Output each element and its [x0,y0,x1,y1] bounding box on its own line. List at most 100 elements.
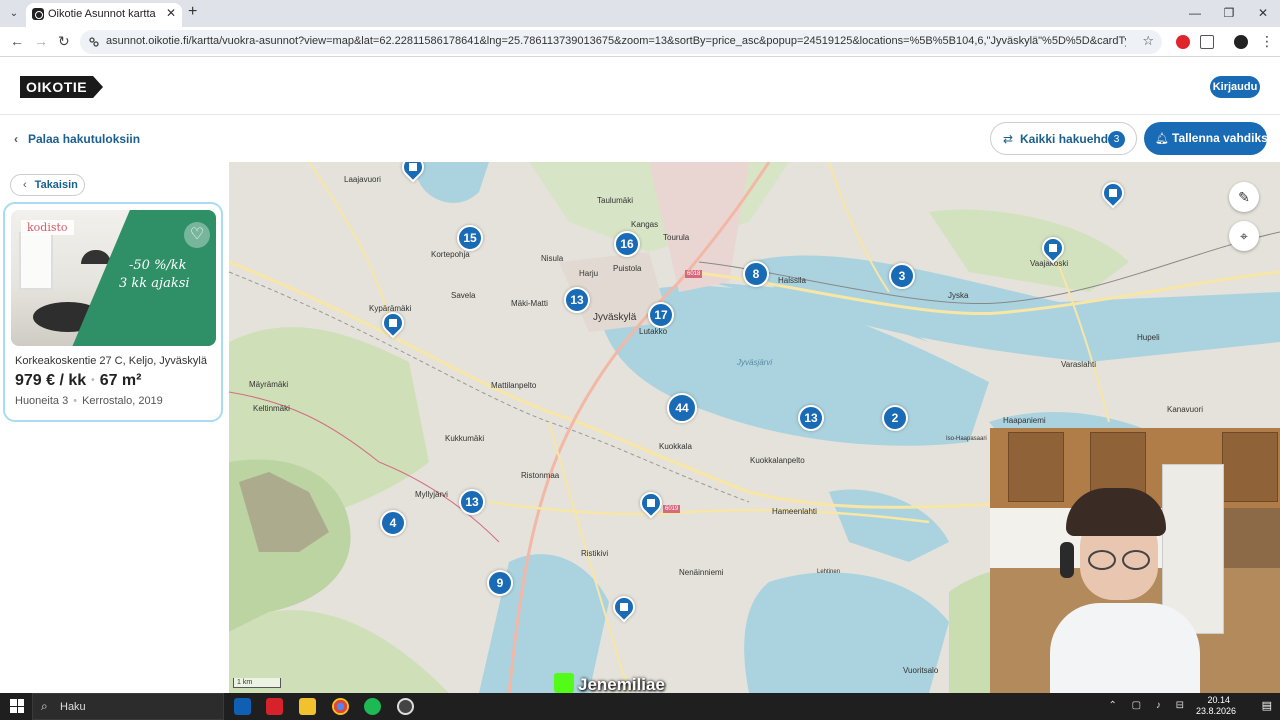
listing-cluster-marker[interactable]: 17 [648,302,674,328]
place-label: Mäki-Matti [511,299,548,308]
place-label: Ristikivi [581,549,609,558]
promo-line-2: 3 kk ajaksi [119,276,190,291]
taskbar-search[interactable]: ⌕ Haku [32,693,224,720]
bookmark-star-icon[interactable]: ☆ [1142,33,1154,49]
maximize-button[interactable]: ❐ [1212,0,1246,27]
search-icon: ⌕ [41,699,48,713]
kick-logo-icon [554,673,574,693]
listing-price: 979 € / kk [15,372,87,389]
search-toolbar: ‹ Palaa hakutuloksiin ⇄ Kaikki hakuehdot … [0,116,1280,162]
new-tab-button[interactable]: + [188,3,197,21]
chrome-app-icon[interactable] [332,698,349,715]
back-button[interactable]: ← [10,33,24,49]
clock-date[interactable]: 23.8.2026 [1186,706,1236,716]
listing-card[interactable]: kodisto -50 %/kk 3 kk ajaksi ♡ Korkeakos… [3,202,223,422]
place-label: Keltinmäki [253,404,290,413]
listing-cluster-marker[interactable]: 13 [564,287,590,313]
forward-button[interactable]: → [34,33,48,49]
draw-area-button[interactable]: ✎ [1229,182,1259,212]
listing-cluster-marker[interactable]: 44 [667,393,697,423]
reload-button[interactable]: ↻ [58,33,70,50]
all-filters-button[interactable]: ⇄ Kaikki hakuehdot 3 [990,122,1137,155]
locate-me-button[interactable]: ⌖ [1229,221,1259,251]
place-label: Kortepohja [431,250,470,259]
separator-dot: • [73,395,78,407]
login-button[interactable]: Kirjaudu [1210,76,1260,98]
tray-icons[interactable]: ⌃ ▢ ♪ ⊟ [1108,700,1190,711]
place-label: Savela [451,291,476,300]
save-search-label: Tallenna vahdiksi [1172,131,1272,145]
place-label: Hupeli [1137,333,1160,342]
app-l-icon[interactable] [266,698,283,715]
profile-avatar[interactable] [1234,35,1248,49]
windows-taskbar: ⌕ Haku ⌃ ▢ ♪ ⊟ 20.14 23.8.2026 ▤ [0,693,1280,720]
place-label: Iso-Haapasaari [946,436,987,442]
place-label: Lehtinen [817,569,841,575]
obs-app-icon[interactable] [397,698,414,715]
place-label: Kangas [631,220,659,229]
lake-label: Jyväsjärvi [737,358,773,367]
listing-cluster-marker[interactable]: 3 [889,263,915,289]
listing-size: 67 m² [99,372,142,389]
extension-icon[interactable] [1176,35,1190,49]
place-label: Jyska [948,291,969,300]
place-label: Varaslahti [1061,360,1096,369]
listing-cluster-marker[interactable]: 2 [882,405,908,431]
back-to-results-label: Palaa hakutuloksiin [28,132,141,146]
url-text: asunnot.oikotie.fi/kartta/vuokra-asunnot… [106,35,1126,47]
streamer-name: Jenemiliae [578,675,665,694]
webcam-cabinet [1222,432,1278,502]
place-label: Halssila [778,276,807,285]
listing-cluster-marker[interactable]: 13 [459,489,485,515]
favorite-heart-icon[interactable]: ♡ [184,222,210,248]
separator-dot: • [91,375,95,387]
route-number-badge: 6018 [685,270,703,278]
promo-line-1: -50 %/kk [129,258,187,273]
chevron-left-icon: ‹ [14,132,18,146]
url-bar[interactable]: asunnot.oikotie.fi/kartta/vuokra-asunnot… [80,30,1162,54]
place-label: Haapaniemi [1003,416,1046,425]
chevron-left-icon: ‹ [23,179,27,191]
headset-icon [1060,542,1074,578]
save-search-button[interactable]: 🔔︎ Tallenna vahdiksi [1144,122,1271,155]
outlook-app-icon[interactable] [234,698,251,715]
webcam-overlay [990,428,1280,693]
listing-cluster-marker[interactable]: 15 [457,225,483,251]
listing-cluster-marker[interactable]: 4 [380,510,406,536]
back-to-results-link[interactable]: ‹ Palaa hakutuloksiin [14,132,140,146]
listing-cluster-marker[interactable]: 8 [743,261,769,287]
listing-cluster-marker[interactable]: 16 [614,231,640,257]
listing-address: Korkeakoskentie 27 C, Keljo, Jyväskylä [15,355,207,367]
tab-close-icon[interactable]: ✕ [166,6,176,20]
oikotie-logo[interactable]: OIKOTIE [20,76,103,98]
browser-tab[interactable]: Oikotie Asunnot kartta ✕ [26,3,182,27]
file-explorer-icon[interactable] [299,698,316,715]
listing-cluster-marker[interactable]: 13 [798,405,824,431]
takaisin-button[interactable]: ‹ Takaisin [10,174,85,196]
place-label: Mäyrämäki [249,380,289,389]
tab-search-icon[interactable]: ⌄ [6,6,22,22]
listing-image[interactable]: kodisto -50 %/kk 3 kk ajaksi ♡ [11,210,216,346]
kodisto-badge: kodisto [21,220,74,235]
listing-cluster-marker[interactable]: 9 [487,570,513,596]
tab-title: Oikotie Asunnot kartta [48,8,156,20]
place-label: Ristonmaa [521,471,560,480]
windows-start-icon[interactable] [10,699,24,713]
listing-meta: Huoneita 3 • Kerrostalo, 2019 [15,395,163,407]
window-photo-detail [19,232,53,290]
route-number-badge: 6019 [663,505,681,513]
place-label: Kuokkalanpelto [750,456,805,465]
listing-price-row: 979 € / kk • 67 m² [15,372,141,390]
place-label: Mattilanpelto [491,381,537,390]
spotify-app-icon[interactable] [364,698,381,715]
streamer-figure [1050,488,1200,693]
notification-icon[interactable]: ▤ [1262,699,1272,712]
site-header: OIKOTIE Kirjaudu [0,57,1280,115]
close-window-button[interactable]: ✕ [1246,0,1280,27]
minimize-button[interactable]: — [1178,0,1212,27]
extensions-puzzle-icon[interactable] [1200,35,1214,49]
clock-time[interactable]: 20.14 [1190,695,1230,705]
browser-menu-icon[interactable]: ⋮ [1260,33,1274,50]
place-label: Tourula [663,233,690,242]
site-info-icon[interactable] [88,36,100,48]
